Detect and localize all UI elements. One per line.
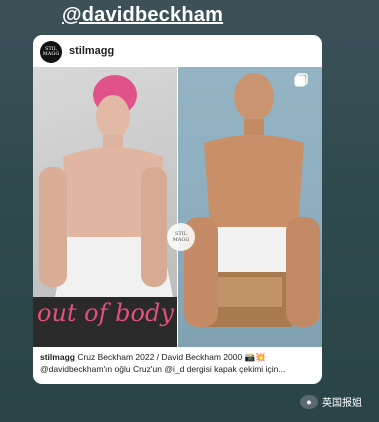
watermark-logo: STIL MAGG — [167, 223, 195, 251]
wechat-label: 英国报姐 — [322, 398, 362, 409]
wechat-watermark: ● 英国报姐 — [300, 394, 362, 409]
account-avatar[interactable]: STIL MAGG — [40, 41, 62, 63]
post-header: STIL MAGG stilmagg — [33, 35, 322, 69]
wechat-icon: ● — [300, 394, 318, 409]
caption-username[interactable]: stilmagg — [40, 352, 75, 362]
overlay-text: out of body — [37, 299, 174, 327]
post-image[interactable]: out of body STIL MAGG — [33, 67, 322, 347]
story-mention[interactable]: @davidbeckham — [62, 4, 223, 27]
right-photo — [178, 67, 322, 347]
right-figure — [184, 73, 320, 327]
instagram-post-card[interactable]: STIL MAGG stilmagg out of body STIL MAGG… — [33, 35, 322, 384]
caption-line-2: @davidbeckham'ın oğlu Cruz'un @i_d dergi… — [40, 364, 286, 374]
caption-text-1: Cruz Beckham 2022 / David Beckham 2000 📸… — [74, 352, 266, 362]
left-photo: out of body — [33, 67, 177, 347]
account-name[interactable]: stilmagg — [69, 45, 114, 57]
carousel-icon — [294, 73, 308, 87]
caption-line-1: stilmagg Cruz Beckham 2022 / David Beckh… — [40, 351, 316, 363]
post-caption: stilmagg Cruz Beckham 2022 / David Beckh… — [40, 351, 316, 375]
